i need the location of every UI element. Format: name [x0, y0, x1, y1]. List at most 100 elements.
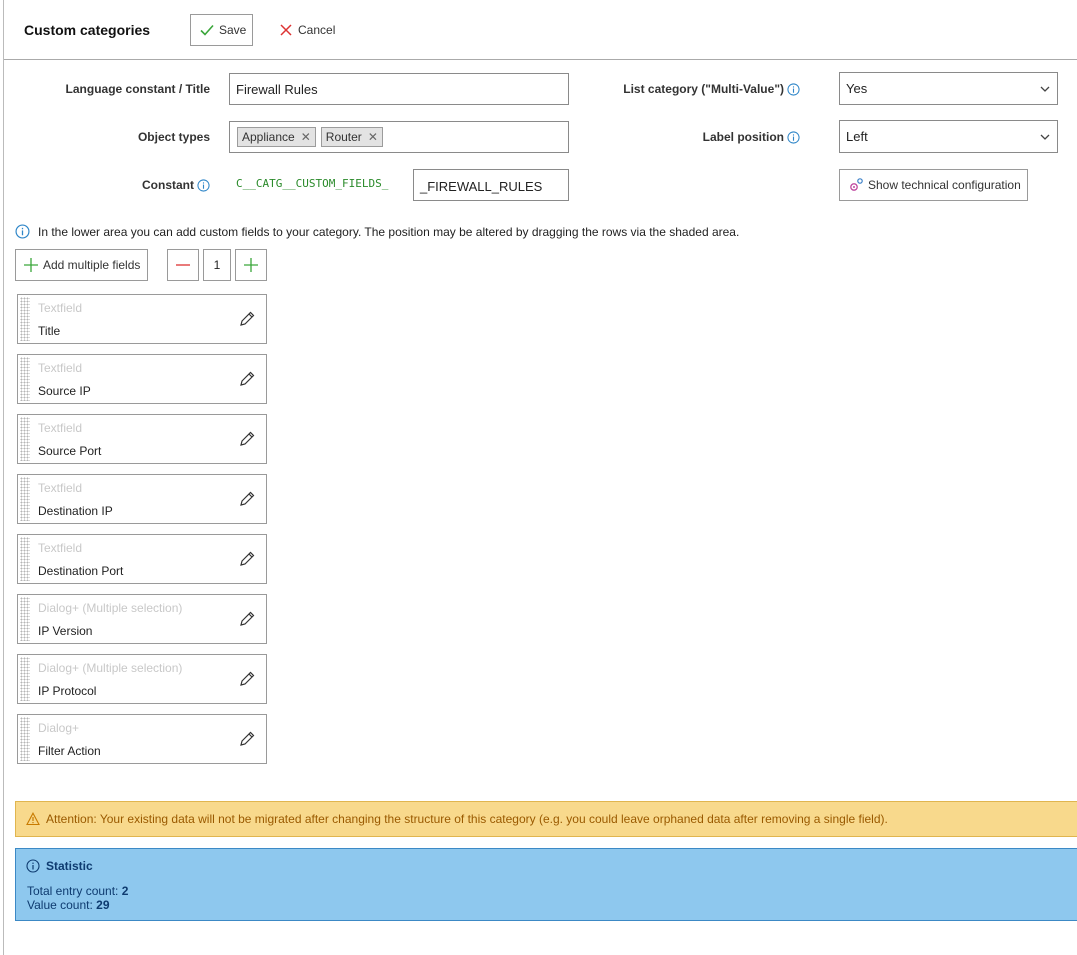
statistic-title-text: Statistic — [46, 859, 93, 873]
list-category-label: List category ("Multi-Value") — [623, 82, 800, 96]
object-types-input[interactable]: Appliance ✕ Router ✕ — [229, 121, 569, 153]
chevron-down-icon — [1040, 134, 1050, 140]
drag-handle[interactable] — [20, 357, 30, 401]
increment-button[interactable] — [235, 249, 267, 281]
field-row: Textfield Title — [17, 294, 267, 344]
pencil-icon[interactable] — [238, 730, 256, 748]
label-position-select[interactable]: Left — [839, 120, 1058, 153]
plus-icon — [244, 258, 258, 272]
pencil-icon[interactable] — [238, 610, 256, 628]
constant-label: Constant — [142, 178, 210, 192]
drag-handle[interactable] — [20, 597, 30, 641]
field-title: Source Port — [38, 444, 102, 458]
field-type: Textfield — [38, 301, 83, 315]
info-icon[interactable] — [787, 82, 800, 96]
save-button[interactable]: Save — [190, 14, 253, 46]
warning-icon — [26, 812, 40, 826]
object-types-label: Object types — [137, 130, 210, 144]
list-category-label-text: List category ("Multi-Value") — [623, 82, 784, 96]
drag-handle[interactable] — [20, 717, 30, 761]
info-icon — [15, 224, 30, 239]
object-type-tag-appliance: Appliance ✕ — [237, 127, 316, 147]
page-title: Custom categories — [24, 22, 151, 38]
add-multiple-label: Add multiple fields — [43, 258, 141, 272]
tag-label: Router — [325, 130, 362, 144]
plus-icon — [23, 257, 39, 273]
field-row: Textfield Source IP — [17, 354, 267, 404]
hint-text: In the lower area you can add custom fie… — [15, 224, 739, 239]
title-label: Language constant / Title — [65, 82, 210, 96]
decrement-button[interactable] — [167, 249, 199, 281]
field-type: Dialog+ (Multiple selection) — [38, 661, 183, 675]
field-row: Dialog+ (Multiple selection) IP Version — [17, 594, 267, 644]
minus-icon — [176, 264, 190, 266]
statistic-title: Statistic — [26, 859, 93, 873]
statistic-panel: Statistic Total entry count: 2 Value cou… — [15, 848, 1077, 921]
constant-input[interactable]: _FIREWALL_RULES — [413, 169, 569, 201]
field-list: Textfield Title Textfield Source IP Text… — [17, 294, 267, 774]
drag-handle[interactable] — [20, 477, 30, 521]
field-title: IP Protocol — [38, 684, 97, 698]
object-type-tag-router: Router ✕ — [320, 127, 383, 147]
field-type: Textfield — [38, 421, 83, 435]
constant-label-text: Constant — [142, 178, 194, 192]
pencil-icon[interactable] — [238, 490, 256, 508]
field-title: Filter Action — [38, 744, 101, 758]
field-row: Dialog+ Filter Action — [17, 714, 267, 764]
pencil-icon[interactable] — [238, 370, 256, 388]
alert-text: Attention: Your existing data will not b… — [46, 812, 888, 826]
info-icon[interactable] — [787, 130, 800, 144]
list-category-select[interactable]: Yes — [839, 72, 1058, 105]
field-row: Textfield Destination Port — [17, 534, 267, 584]
save-label: Save — [219, 23, 247, 37]
drag-handle[interactable] — [20, 297, 30, 341]
field-title: Source IP — [38, 384, 91, 398]
pencil-icon[interactable] — [238, 430, 256, 448]
list-category-value: Yes — [846, 81, 868, 96]
value-count-value: 29 — [96, 898, 110, 912]
check-icon — [199, 22, 215, 38]
drag-handle[interactable] — [20, 537, 30, 581]
value-count-label: Value count: — [27, 898, 93, 912]
attention-alert: Attention: Your existing data will not b… — [15, 801, 1077, 837]
field-type: Textfield — [38, 541, 83, 555]
field-type: Dialog+ (Multiple selection) — [38, 601, 183, 615]
value-count: Value count: 29 — [27, 898, 110, 912]
drag-handle[interactable] — [20, 657, 30, 701]
info-icon[interactable] — [197, 178, 210, 192]
x-icon — [278, 22, 294, 38]
total-entry-count: Total entry count: 2 — [27, 884, 128, 898]
cancel-label: Cancel — [298, 23, 336, 37]
field-title: Destination Port — [38, 564, 124, 578]
remove-tag-icon[interactable]: ✕ — [368, 130, 378, 144]
field-type: Textfield — [38, 361, 83, 375]
drag-handle[interactable] — [20, 417, 30, 461]
chevron-down-icon — [1040, 86, 1050, 92]
cancel-button[interactable]: Cancel — [272, 14, 336, 46]
field-title: Title — [38, 324, 61, 338]
label-position-value: Left — [846, 129, 868, 144]
field-type: Textfield — [38, 481, 83, 495]
pencil-icon[interactable] — [238, 550, 256, 568]
total-entry-value: 2 — [121, 884, 129, 898]
label-position-label: Label position — [703, 130, 800, 144]
field-row: Textfield Destination IP — [17, 474, 267, 524]
pencil-icon[interactable] — [238, 310, 256, 328]
total-entry-label: Total entry count: — [27, 884, 119, 898]
remove-tag-icon[interactable]: ✕ — [301, 130, 311, 144]
field-row: Textfield Source Port — [17, 414, 267, 464]
field-count-input[interactable]: 1 — [203, 249, 231, 281]
label-position-label-text: Label position — [702, 130, 784, 144]
title-input[interactable]: Firewall Rules — [229, 73, 569, 105]
constant-prefix: C__CATG__CUSTOM_FIELDS_ — [236, 177, 389, 190]
tag-label: Appliance — [242, 130, 295, 144]
show-technical-configuration-button[interactable]: Show technical configuration — [839, 169, 1028, 201]
add-multiple-fields-button[interactable]: Add multiple fields — [15, 249, 148, 281]
gear-icon — [848, 177, 864, 193]
tech-config-label: Show technical configuration — [868, 178, 1021, 192]
pencil-icon[interactable] — [238, 670, 256, 688]
main-panel: Custom categories Save Cancel Language c… — [3, 0, 1077, 955]
field-title: Destination IP — [38, 504, 113, 518]
field-title: IP Version — [38, 624, 93, 638]
hint-label: In the lower area you can add custom fie… — [38, 224, 740, 239]
